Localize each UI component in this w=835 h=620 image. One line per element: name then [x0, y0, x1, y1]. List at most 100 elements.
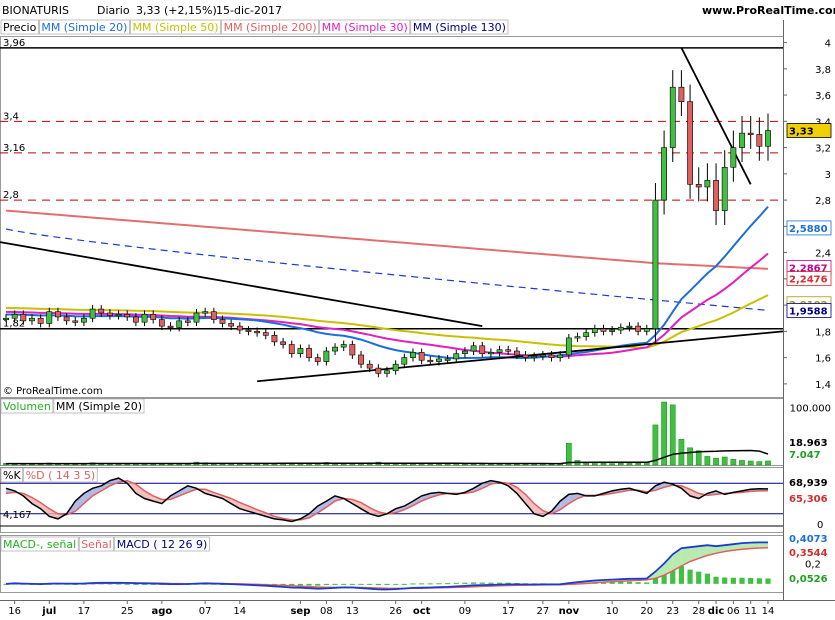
macd-histogram-bar: [713, 576, 719, 584]
level-label: 3,16: [3, 143, 25, 154]
price-tick-label: 1,4: [815, 380, 831, 391]
candle-body: [678, 86, 685, 102]
volume-bar: [721, 456, 728, 466]
candle-body: [219, 319, 226, 324]
price-tick-label: 3,2: [815, 144, 831, 155]
price-tick-label: 2,8: [815, 196, 831, 207]
x-tick-label: 11: [744, 606, 757, 617]
macd-badge-text: 0,0526: [789, 574, 828, 585]
candle-body: [107, 312, 113, 316]
x-tick-label: 09: [459, 606, 472, 617]
macd-histogram-bar: [462, 582, 468, 584]
candle-body: [652, 199, 659, 330]
candle-body: [132, 316, 139, 323]
stoch-fill: [75, 493, 84, 512]
candle-body: [600, 328, 607, 332]
candle-body: [176, 320, 183, 328]
value-badge-text: 3,33: [789, 127, 814, 138]
candle-body: [739, 132, 745, 148]
macd-histogram-bar: [384, 583, 390, 585]
candle-body: [11, 313, 18, 319]
stock-chart: 1,41,61,822,22,42,62,833,23,43,63,843,96…: [0, 19, 835, 617]
level-label: 3,4: [3, 111, 19, 122]
volume-bar: [687, 447, 693, 466]
macd-tick-label: 0,2: [805, 560, 821, 571]
candle-body: [89, 308, 96, 319]
candle-body: [358, 354, 364, 365]
price-tick-label: 3: [825, 170, 831, 181]
candle-body: [236, 325, 243, 331]
volume-bar: [609, 463, 615, 466]
candle-body: [46, 311, 53, 324]
volume-bar: [600, 463, 607, 466]
stoch-legend-item: %K: [3, 469, 21, 482]
candle-body: [210, 311, 217, 320]
candle-body: [695, 184, 702, 188]
macd-histogram-bar: [367, 583, 373, 585]
candle-body: [55, 311, 61, 318]
macd-histogram-bar: [375, 583, 381, 586]
value-badge-text: 2,5880: [789, 224, 828, 235]
macd-histogram-bar: [436, 583, 442, 585]
candle-body: [574, 336, 581, 339]
x-tick-label: jul: [41, 606, 56, 617]
candle-body: [280, 341, 286, 345]
volume-bar: [695, 450, 702, 466]
candle-body: [661, 147, 667, 201]
x-tick-label: 14: [762, 606, 775, 617]
macd-histogram-bar: [124, 583, 130, 585]
macd-histogram-bar: [722, 577, 728, 584]
x-tick-label: ago: [151, 606, 172, 617]
watermark: © ProRealTime.com: [3, 386, 103, 397]
stoch-legend-item: %D ( 14 3 5): [26, 469, 96, 482]
candle-body: [288, 344, 295, 354]
macd-histogram-bar: [479, 582, 485, 584]
candle-body: [245, 329, 252, 332]
macd-histogram-bar: [349, 583, 355, 585]
volume-tick-label: 100.000: [790, 404, 831, 415]
x-tick-label: 06: [727, 606, 740, 617]
macd-histogram-bar: [696, 571, 702, 584]
candle-body: [704, 180, 711, 188]
volume-bar: [617, 463, 624, 466]
candle-body: [98, 308, 105, 314]
candle-body: [479, 345, 486, 354]
macd-histogram-bar: [393, 583, 399, 585]
x-tick-label: 28: [692, 606, 705, 617]
candle-body: [505, 349, 512, 352]
candle-body: [747, 132, 754, 135]
price-tick-label: 3,8: [815, 65, 831, 76]
candle-body: [254, 331, 261, 334]
candle-body: [37, 317, 44, 324]
candle-body: [713, 180, 719, 211]
volume-bar: [626, 463, 633, 466]
candle-body: [150, 313, 157, 320]
candle-body: [392, 363, 399, 372]
price-legend-item: Precio: [3, 21, 37, 34]
trendline-up: [257, 330, 784, 383]
candle-body: [418, 352, 425, 361]
price-tick-label: 1,8: [815, 327, 831, 338]
x-tick-label: 16: [8, 606, 21, 617]
volume-bar: [765, 460, 771, 466]
macd-histogram-bar: [401, 583, 407, 585]
candle-body: [306, 348, 312, 358]
candle-body: [375, 367, 382, 374]
macd-histogram-bar: [748, 577, 754, 584]
candle-body: [765, 130, 771, 147]
price-legend-item: MM (Simple 130): [413, 21, 506, 34]
candle-body: [496, 349, 503, 353]
macd-histogram-bar: [445, 583, 451, 585]
x-tick-label: 25: [121, 606, 134, 617]
macd-histogram-bar: [644, 582, 650, 584]
candle-body: [167, 325, 174, 328]
candle-body: [687, 101, 693, 185]
macd-histogram-bar: [315, 583, 321, 586]
macd-histogram-bar: [306, 583, 312, 586]
price-tick-label: 2,4: [815, 249, 831, 260]
price-tick-label: 4: [825, 39, 831, 50]
candle-body: [184, 320, 191, 323]
macd-histogram-bar: [765, 578, 771, 584]
candle-body: [349, 344, 356, 356]
volume-bar: [747, 460, 754, 466]
